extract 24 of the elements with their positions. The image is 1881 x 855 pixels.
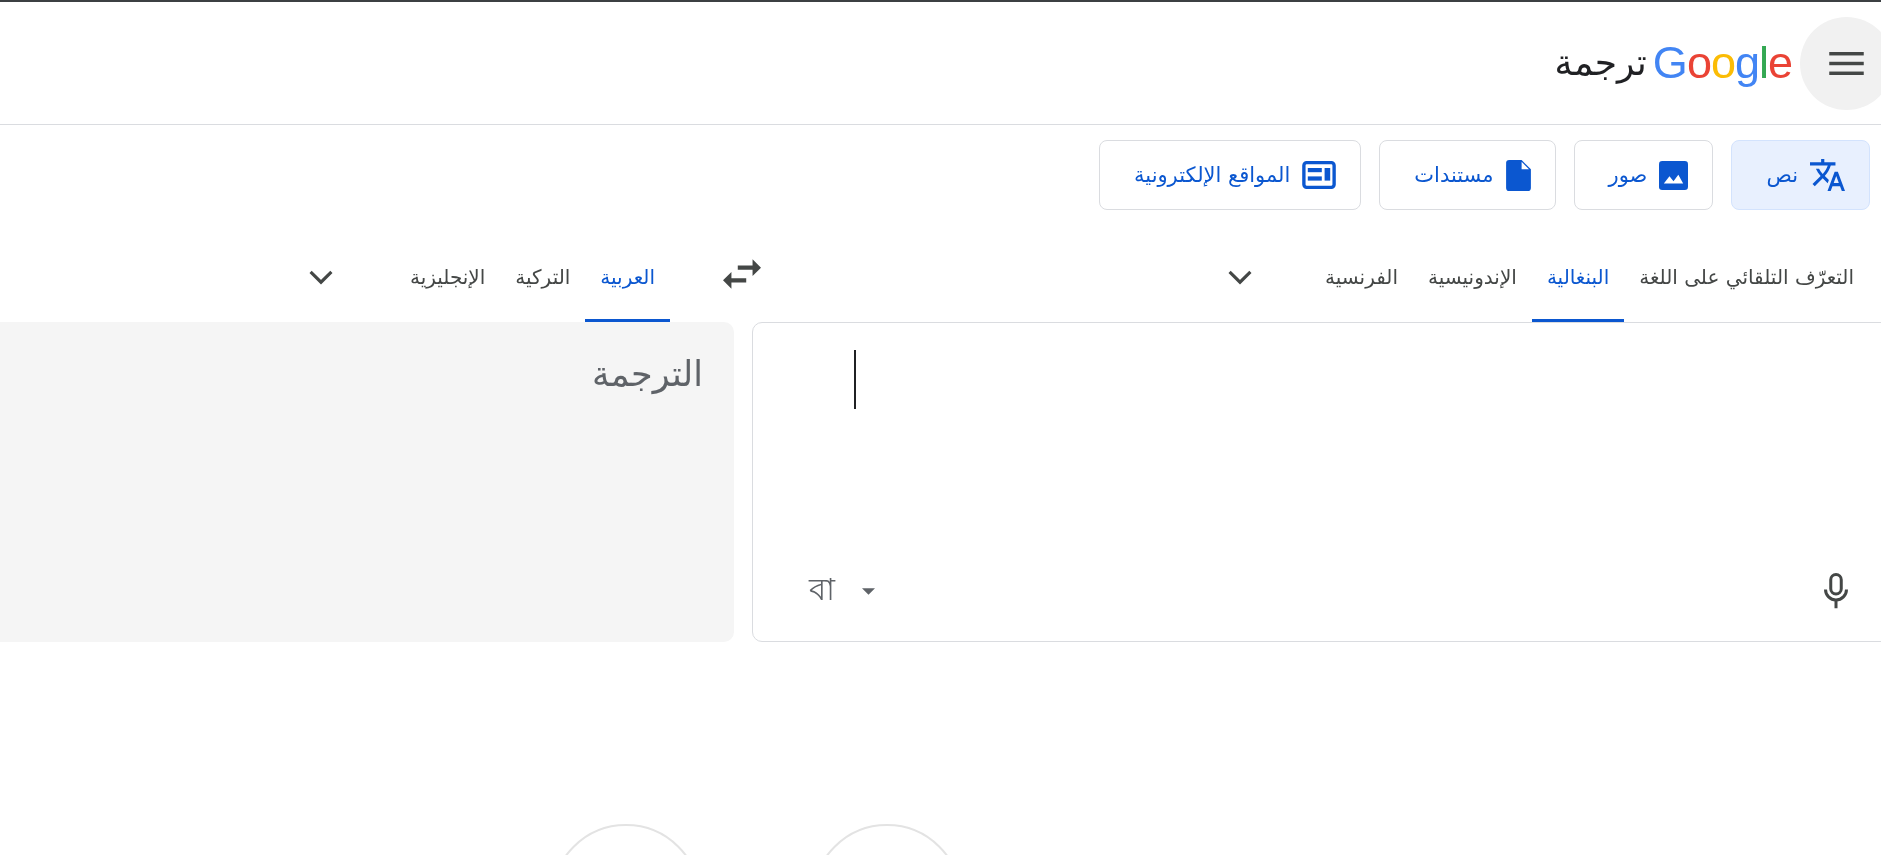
mode-tab[interactable]: نص	[1731, 140, 1870, 210]
language-tab[interactable]: الفرنسية	[1310, 237, 1413, 322]
translation-output-field[interactable]: الترجمة	[0, 322, 734, 642]
menu-icon	[1829, 51, 1864, 75]
translate-icon	[1810, 159, 1845, 191]
google-logo: Google	[1652, 37, 1792, 89]
image-icon	[1659, 160, 1689, 190]
chevron-down-icon	[1227, 269, 1253, 285]
mode-tab[interactable]: صور	[1573, 140, 1714, 210]
microphone-icon	[1824, 573, 1848, 609]
dropdown-caret-icon	[862, 587, 875, 595]
language-tab[interactable]: الإنجليزية	[394, 237, 501, 322]
language-tab[interactable]: التركية	[500, 237, 586, 322]
document-icon	[1505, 159, 1531, 191]
language-tab[interactable]: البنغالية	[1531, 237, 1625, 322]
mode-tab[interactable]: المواقع الإلكترونية	[1099, 140, 1362, 210]
chevron-down-icon	[307, 269, 334, 285]
mode-tab[interactable]: مستندات	[1379, 140, 1556, 210]
language-tab[interactable]: التعرّف التلقائي على اللغة	[1624, 237, 1869, 322]
input-tool-button[interactable]: বা	[801, 561, 883, 621]
app-title: ترجمة	[1554, 41, 1647, 86]
language-tab[interactable]: الإندونيسية	[1413, 237, 1532, 322]
swap-icon	[723, 259, 761, 289]
website-icon	[1302, 161, 1337, 189]
